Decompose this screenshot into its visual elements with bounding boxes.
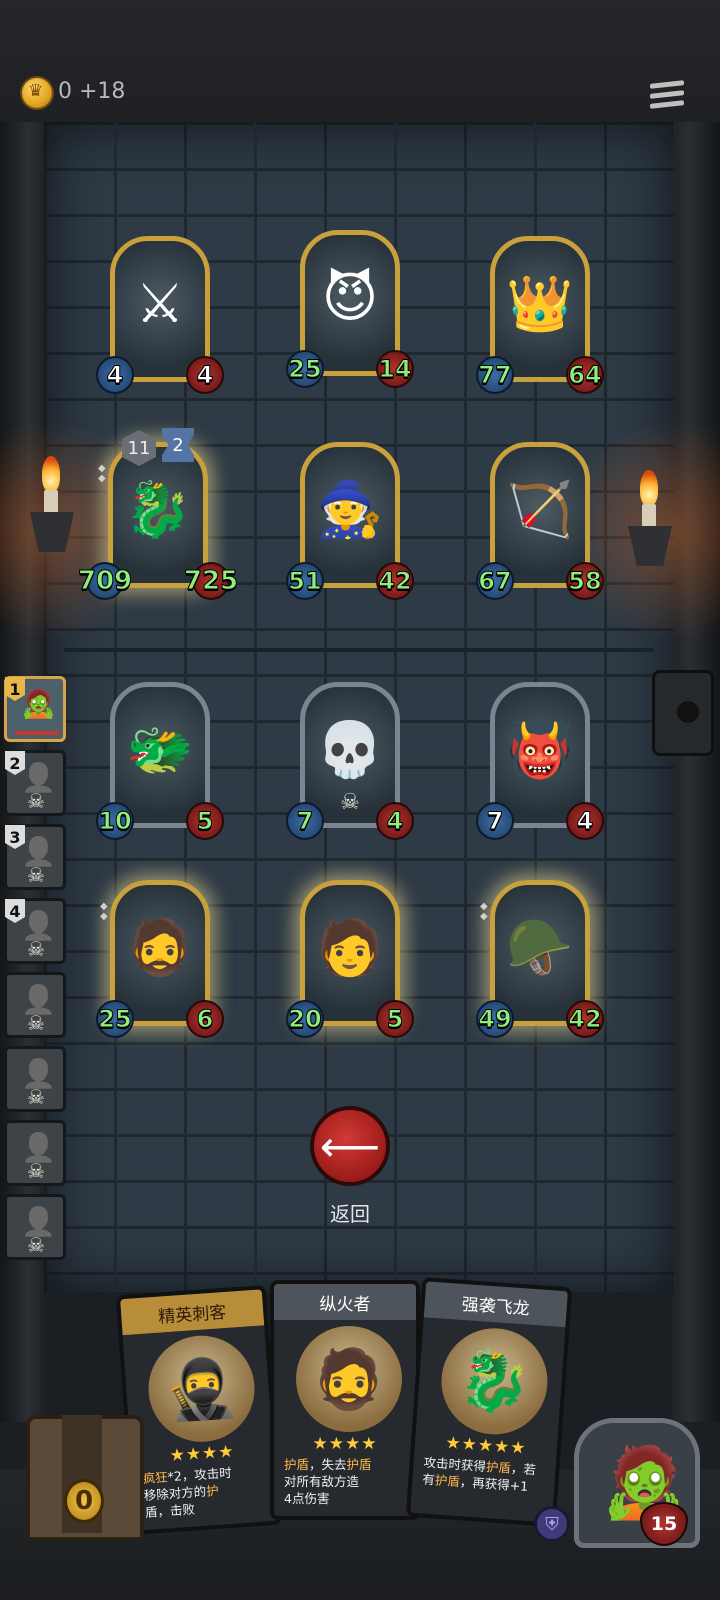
kirin-portrait-icon: 🐉 — [124, 477, 192, 541]
brute-portrait-icon: 🧔 — [126, 915, 194, 979]
attack-badge: 4 — [96, 356, 134, 394]
skull-icon: ☠ — [340, 790, 360, 815]
health-badge: 6 — [186, 1000, 224, 1038]
health-badge: 4 — [566, 802, 604, 840]
skull-icon: ☠ — [27, 937, 45, 961]
gold-income: +18 — [79, 79, 126, 104]
enemy-card-golden-paladin[interactable]: ⚔ 4 4 — [96, 236, 224, 394]
attack-badge: 25 — [286, 350, 324, 388]
card-title: 精英刺客 — [120, 1289, 265, 1336]
hand-card-arsonist[interactable]: 纵火者 🧔 ★★★★ 护盾，失去护盾 对所有敌方造 4点伤害 — [270, 1280, 420, 1520]
demoness-portrait-icon: 👹 — [506, 717, 574, 781]
health-badge: 4 — [186, 356, 224, 394]
top-bar: 0 +18 — [0, 0, 720, 122]
menu-button[interactable] — [650, 80, 684, 114]
queue-item-8[interactable]: 👤 ☠ — [4, 1194, 66, 1260]
star-rating: ★★★★ — [312, 1434, 378, 1454]
attack-badge: 7 — [476, 802, 514, 840]
ally-card-helmeted-soldier[interactable]: 🪖 ◆ ◆ 49 42 — [476, 880, 604, 1038]
menu-icon — [650, 80, 684, 89]
back-button[interactable]: ⟵ — [310, 1106, 390, 1186]
queue-item-4[interactable]: 👤 ☠ 4 — [4, 898, 66, 964]
queue-health-bar — [15, 731, 59, 735]
attack-badge: 49 — [476, 1000, 514, 1038]
king-portrait-icon: 👑 — [506, 271, 574, 335]
health-badge: 64 — [566, 356, 604, 394]
queue-item-7[interactable]: 👤 ☠ — [4, 1120, 66, 1186]
health-badge: 42 — [376, 562, 414, 600]
card-description: 疯狂*2，攻击时 移除对方的护 盾，击败 — [142, 1464, 233, 1520]
archer-portrait-icon: 🏹 — [506, 477, 574, 541]
attack-badge: 51 — [286, 562, 324, 600]
skull-icon: ☠ — [27, 1233, 45, 1257]
queue-item-1[interactable]: 🧟 1 — [4, 676, 66, 742]
attack-badge: 20 — [286, 1000, 324, 1038]
buff-diamonds-icon: ◆ ◆ — [480, 901, 488, 922]
attack-badge: 7 — [286, 802, 324, 840]
ally-card-blond-warrior[interactable]: 🧑 20 5 — [286, 880, 414, 1038]
health-badge: 5 — [186, 802, 224, 840]
skull-icon: ☠ — [27, 789, 45, 813]
attack-badge: 709 — [77, 562, 133, 600]
dragon-portrait-icon: 🐲 — [126, 717, 194, 781]
shield-icon: ⛨ — [545, 1513, 559, 1535]
skull-icon: ☠ — [27, 1011, 45, 1035]
attack-badge: 67 — [476, 562, 514, 600]
torch-left-icon — [30, 456, 74, 552]
queue-item-5[interactable]: 👤 ☠ — [4, 972, 66, 1038]
witch-portrait-icon: 😈 — [321, 265, 379, 329]
buff-diamonds-icon: ◆ ◆ — [98, 463, 106, 484]
card-description: 护盾，失去护盾 对所有敌方造 4点伤害 — [284, 1457, 372, 1506]
skull-icon: ☠ — [27, 1159, 45, 1183]
health-badge: 5 — [376, 1000, 414, 1038]
torch-right-icon — [628, 470, 672, 566]
gold-counter: 0 +18 — [58, 79, 125, 104]
hand-card-assault-wyvern[interactable]: 强袭飞龙 🐉 ★★★★★ 攻击时获得护盾，若 有护盾，再获得+1 — [405, 1277, 573, 1527]
ally-card-arsonist-brute[interactable]: 🧔 ◆ ◆ 25 6 — [96, 880, 224, 1038]
card-title: 强袭飞龙 — [423, 1281, 568, 1328]
zombie-face-icon: 🧟 — [21, 687, 56, 720]
attack-badge: 10 — [96, 802, 134, 840]
gold-amount: 0 — [58, 79, 72, 104]
enemy-card-goblin-witch[interactable]: 😈 25 14 — [286, 230, 414, 388]
health-badge: 725 — [183, 562, 239, 600]
ally-card-fire-dragon[interactable]: 🐲 10 5 — [96, 682, 224, 840]
queue-item-2[interactable]: 👤 ☠ 2 — [4, 750, 66, 816]
health-badge: 14 — [376, 350, 414, 388]
queue-item-3[interactable]: 👤 ☠ 3 — [4, 824, 66, 890]
arrow-left-icon: ⟵ — [319, 1121, 381, 1171]
health-badge: 42 — [566, 1000, 604, 1038]
card-description: 攻击时获得护盾，若 有护盾，再获得+1 — [421, 1454, 537, 1494]
enemy-card-dwarf-king[interactable]: 👑 77 64 — [476, 236, 604, 394]
arsonist-art-icon: 🧔 — [296, 1326, 402, 1432]
buff-diamonds-icon: ◆ ◆ — [100, 901, 108, 922]
wyvern-art-icon: 🐉 — [437, 1324, 552, 1438]
bone-dragon-portrait-icon: 💀 — [316, 717, 384, 781]
shield-button[interactable]: ⛨ — [534, 1506, 570, 1542]
assassin-art-icon: 🥷 — [144, 1332, 259, 1446]
enemy-card-elf-archer[interactable]: 🏹 67 58 — [476, 442, 604, 600]
treasure-chest-button[interactable]: 0 — [22, 1405, 144, 1545]
queue-item-6[interactable]: 👤 ☠ — [4, 1046, 66, 1112]
enemy-card-sorceress[interactable]: 🧙 51 42 — [286, 442, 414, 600]
ally-card-bone-dragon[interactable]: 💀 ☠ 7 4 — [286, 682, 414, 840]
warrior-portrait-icon: 🧑 — [316, 915, 384, 979]
back-label: 返回 — [330, 1202, 370, 1226]
attack-badge: 25 — [96, 1000, 134, 1038]
gold-coin-icon — [22, 78, 52, 108]
skull-icon: ☠ — [27, 1085, 45, 1109]
soldier-portrait-icon: 🪖 — [506, 915, 574, 979]
health-badge: 4 — [376, 802, 414, 840]
chest-count: 0 — [64, 1479, 104, 1523]
sorceress-portrait-icon: 🧙 — [316, 477, 384, 541]
board-divider — [64, 648, 654, 652]
enemy-card-spectral-kirin[interactable]: 🐉 11 2 ◆ ◆ 709 725 — [77, 428, 239, 600]
ally-card-horned-demoness[interactable]: 👹 7 4 — [476, 682, 604, 840]
card-title: 纵火者 — [274, 1284, 416, 1320]
skull-icon: ☠ — [27, 863, 45, 887]
attack-badge: 77 — [476, 356, 514, 394]
paladin-portrait-icon: ⚔ — [135, 271, 185, 335]
side-latch-button[interactable] — [652, 670, 714, 756]
health-badge: 58 — [566, 562, 604, 600]
